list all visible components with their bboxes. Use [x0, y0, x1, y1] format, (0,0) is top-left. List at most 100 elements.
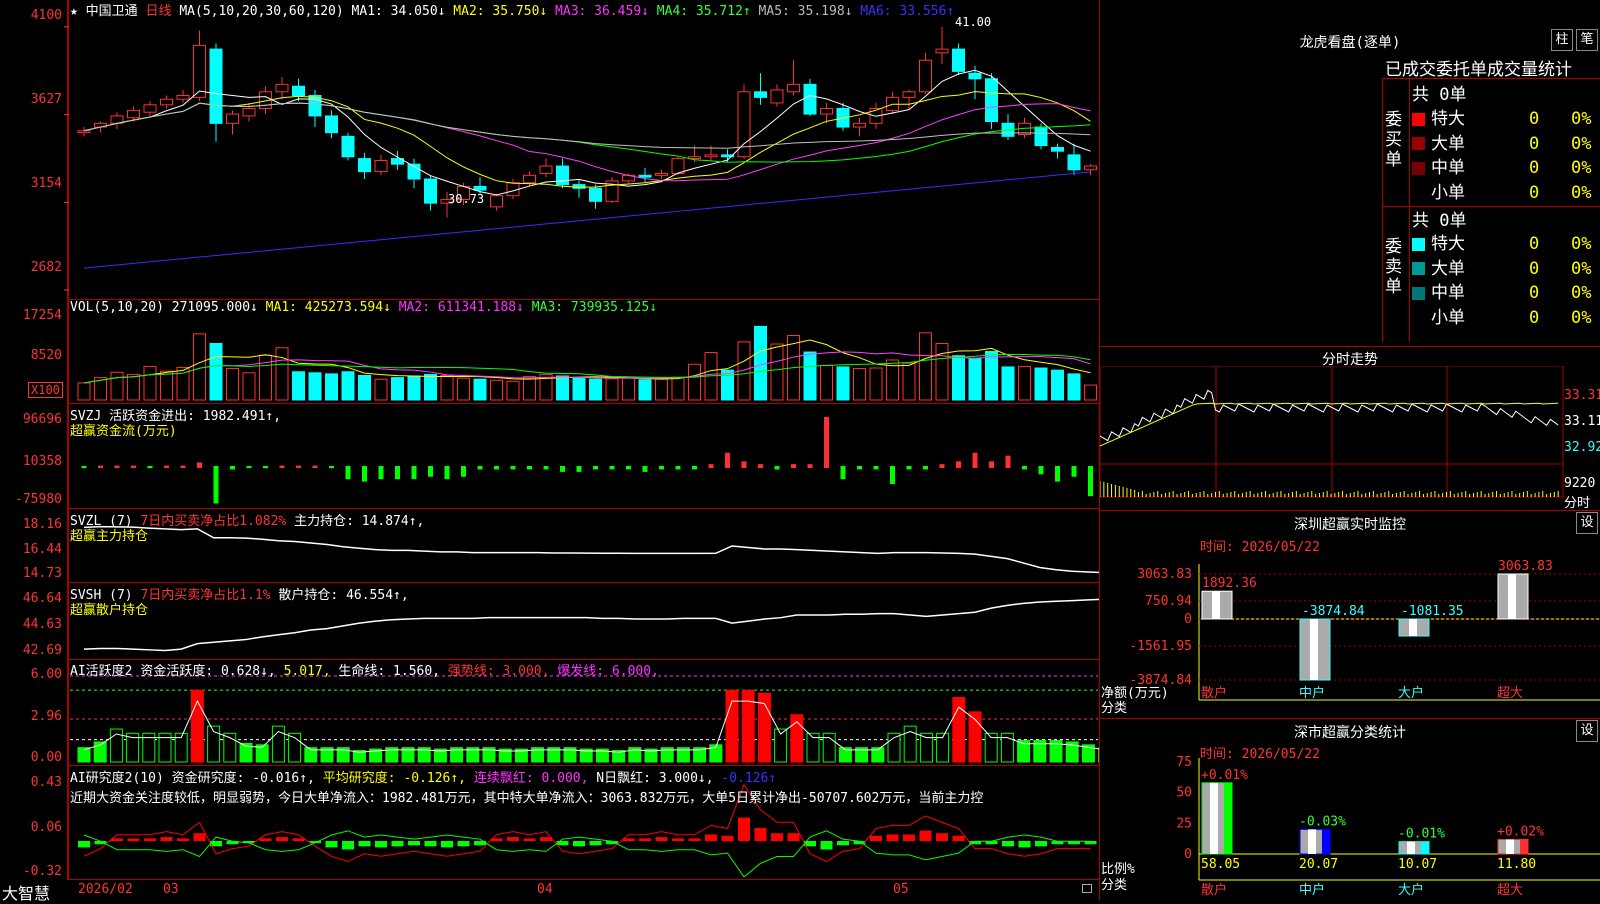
sz-axis-label: -1561.95 — [1129, 639, 1192, 654]
svzj-bar — [527, 466, 532, 470]
star-icon[interactable]: ★ — [70, 4, 78, 19]
ss-bar-delta: -0.01% — [1398, 827, 1445, 842]
ma3-value: MA3: 36.459↓ — [555, 4, 649, 19]
price-axis-label: 4100 — [30, 8, 62, 23]
volume-bar — [836, 366, 850, 401]
ai-research-axis-label: 0.06 — [30, 820, 62, 835]
ma6-value: MA6: 33.556↑ — [860, 4, 955, 19]
volume-bar — [655, 378, 668, 401]
order-row: 中单 0 0% — [1412, 278, 1600, 303]
candle-body — [1084, 165, 1097, 171]
candle-body — [671, 158, 685, 174]
ma1-line — [83, 69, 1091, 196]
volume-header: VOL(5,10,20) 271095.000↓ MA1: 425273.594… — [70, 300, 657, 315]
ss-chart[interactable]: 75 50 25 0 +0.01% 58.05 散户 -0.03% 20.07 中户 -0.01% 1… — [1100, 718, 1600, 900]
tick-mode-button[interactable]: 笔 — [1576, 29, 1598, 51]
fenshi-axis-label: 32.92 — [1564, 440, 1600, 455]
svzj-bar — [824, 416, 829, 468]
svsh-axis-label: 42.69 — [22, 643, 62, 658]
volume-bar — [1067, 373, 1081, 401]
candle-body — [902, 91, 916, 98]
candle-body — [226, 113, 239, 124]
fenshi-axis-label: 33.11 — [1564, 414, 1600, 429]
ai-research-bar — [144, 838, 156, 841]
volume-bar — [622, 377, 635, 401]
sz-chart[interactable]: 3063.83 750.94 0 -1561.95 -3874.84 1892.36 散户 -… — [1100, 510, 1600, 710]
ai-research-axis-label: 0.43 — [30, 775, 62, 790]
ai-research-bar — [639, 838, 651, 841]
fenshi-chart[interactable] — [1100, 366, 1600, 516]
svzl-axis-label: 14.73 — [22, 566, 62, 581]
volume-bar — [935, 342, 949, 401]
volume-bar — [1051, 369, 1064, 401]
svsh-axis-label: 44.63 — [22, 617, 62, 632]
candle-body — [803, 83, 817, 115]
volume-bar — [1034, 367, 1048, 401]
date-label: 05 — [893, 882, 909, 897]
vol-unit-label[interactable]: X100 — [28, 382, 63, 398]
ss-axis-label: 0 — [1184, 847, 1192, 862]
svzj-bar — [345, 466, 351, 480]
svzl-ratio: 7日内买卖净占比1.082% — [140, 514, 287, 529]
svzj-bar — [807, 464, 813, 468]
order-count: 0 — [1529, 158, 1540, 178]
candle-body — [424, 178, 437, 204]
volume-bar — [572, 377, 586, 401]
order-count: 0 — [1529, 182, 1540, 203]
sz-axis-label: 3063.83 — [1137, 567, 1192, 582]
ai-research-bar — [276, 837, 288, 841]
ma4-value: MA4: 35.712↑ — [656, 4, 751, 19]
ss-bar-accent — [1322, 829, 1330, 854]
buy-total: 共 0单 — [1412, 85, 1467, 105]
ai-active-label: AI活跃度2 — [70, 664, 133, 679]
period-label[interactable]: 日线 — [146, 4, 172, 19]
volume-bar — [869, 367, 883, 401]
volume-bar — [193, 333, 206, 401]
svzl-subtitle: 超赢主力持仓 — [70, 529, 149, 544]
candle-body — [325, 115, 338, 134]
candle-body — [143, 104, 157, 113]
ai-research-bar — [738, 817, 750, 841]
ai-active-b: 5.017, — [283, 664, 331, 679]
candle-body — [473, 185, 487, 191]
candle-body — [193, 44, 206, 98]
volume-bar — [110, 371, 124, 401]
order-type: 大单 — [1431, 258, 1465, 279]
ai-research-axis-label: -0.32 — [22, 864, 62, 879]
svzj-bar — [659, 466, 664, 470]
lock-icon[interactable] — [1082, 884, 1092, 893]
order-pct: 0% — [1571, 133, 1592, 154]
ai-research-bar — [292, 838, 305, 841]
svzj-bar — [411, 466, 417, 480]
date-label: 04 — [537, 882, 553, 897]
svzj-bar — [81, 466, 87, 469]
order-swatch — [1412, 137, 1425, 150]
order-type: 中单 — [1431, 158, 1465, 178]
ss-bar-delta: +0.02% — [1497, 825, 1544, 840]
svzj-bar — [857, 466, 862, 470]
sz-category-label: 中户 — [1299, 685, 1325, 701]
ai-research-bar — [936, 833, 948, 841]
volume-bar — [605, 378, 619, 401]
ai-research-bar — [820, 841, 833, 850]
buy-orders-label: 委买单 — [1385, 110, 1402, 170]
volume-bar — [523, 376, 536, 401]
volume-bar — [506, 380, 520, 401]
order-row: 大单 0 0% — [1412, 254, 1600, 279]
ai-active-c: 生命线: 1.560, — [338, 664, 441, 679]
price-axis-label: 2682 — [30, 260, 62, 275]
svzj-axis-label: -75980 — [15, 492, 62, 507]
ai-research-bar — [507, 837, 519, 841]
ai-research-bar — [837, 841, 849, 846]
candle-body — [209, 48, 223, 124]
price-axis-label: 3154 — [30, 176, 62, 191]
vol-ma2: MA2: 611341.188↓ — [398, 300, 524, 315]
bar-mode-button[interactable]: 柱 — [1551, 29, 1573, 51]
candle-body — [787, 83, 800, 93]
candle-body — [77, 130, 91, 134]
vol-ma3: MA3: 739935.125↓ — [531, 300, 658, 315]
svzj-bar — [956, 461, 961, 468]
ai-research-bar — [259, 838, 272, 841]
brand-label[interactable]: 大智慧 — [2, 880, 50, 904]
stats-tabs-title[interactable]: 已成交委托单成交量统计 — [1385, 55, 1572, 80]
